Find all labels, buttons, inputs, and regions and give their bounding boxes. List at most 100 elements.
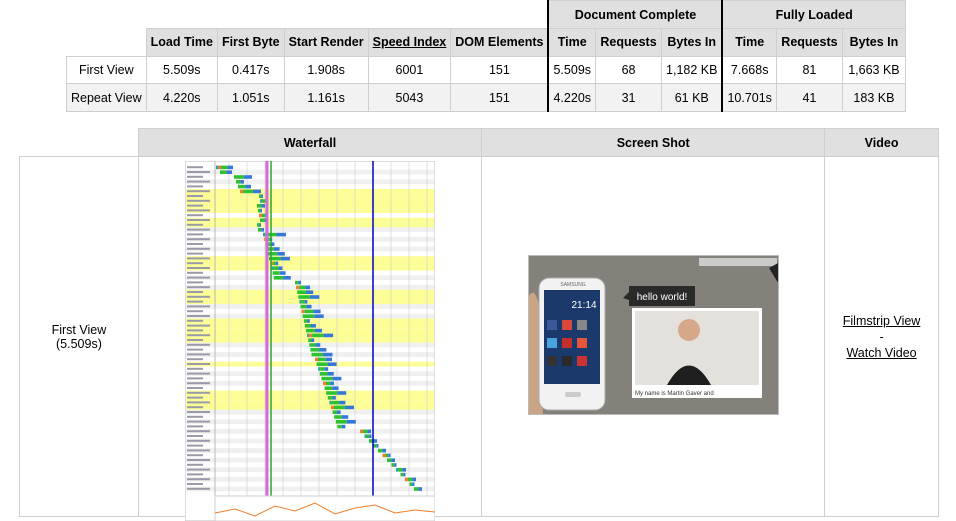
waterfall-bar (300, 304, 307, 309)
waterfall-url (186, 411, 210, 413)
speech-bubble: hello world! (636, 292, 687, 303)
waterfall-bar (319, 372, 328, 376)
waterfall-bar (260, 208, 262, 213)
watch-video-link[interactable]: Watch Video (846, 346, 916, 360)
waterfall-bar (311, 333, 324, 338)
waterfall-bar (326, 391, 338, 395)
waterfall-row (185, 203, 434, 209)
waterfall-row (185, 381, 434, 386)
group-document-complete: Document Complete (547, 0, 724, 29)
waterfall-bar (273, 261, 276, 266)
waterfall-bar (323, 333, 333, 338)
waterfall-row (185, 352, 434, 357)
waterfall-row (185, 256, 434, 261)
waterfall-url (186, 267, 210, 269)
waterfall-bar (243, 175, 252, 179)
filmstrip-view-link[interactable]: Filmstrip View (843, 314, 921, 328)
page-screenshot-thumbnail[interactable]: SAMSUNG 21:14 hello world! My name is Ma… (527, 255, 779, 415)
waterfall-row (185, 275, 434, 281)
waterfall-url (186, 204, 203, 207)
waterfall-bar (409, 482, 413, 486)
waterfall-url (186, 425, 203, 428)
waterfall-bar (309, 343, 316, 347)
waterfall-bar (306, 304, 312, 309)
waterfall-url (186, 233, 203, 236)
waterfall-row (185, 371, 434, 377)
header-start-render: Start Render (283, 28, 369, 57)
waterfall-url (186, 449, 210, 452)
waterfall-bar (240, 180, 244, 184)
waterfall-bar (261, 213, 266, 218)
table-row-first-view: First View 5.509s 0.417s 1.908s 6001 151… (66, 55, 906, 85)
waterfall-bar (310, 348, 320, 352)
waterfall-url (186, 276, 210, 279)
cell-dom-elements: 151 (450, 55, 549, 85)
waterfall-url (186, 358, 203, 361)
waterfall-bar (332, 376, 342, 381)
waterfall-row (185, 198, 434, 204)
waterfall-bar (237, 184, 246, 189)
header-speed-index-link[interactable]: Speed Index (367, 28, 452, 57)
waterfall-bar (310, 324, 316, 328)
header-doc-time: Time (547, 28, 597, 57)
waterfall-url (186, 353, 210, 356)
waterfall-bar (329, 400, 332, 405)
waterfall-url (186, 459, 210, 461)
cell-doc-time: 4.220s (547, 83, 597, 113)
waterfall-row (185, 462, 434, 468)
screenshot-image: SAMSUNG 21:14 hello world! My name is Ma… (528, 256, 778, 414)
waterfall-bar (261, 204, 265, 208)
waterfall-url (186, 377, 203, 380)
waterfall-url (186, 209, 210, 212)
waterfall-url (186, 444, 203, 447)
waterfall-bar (275, 261, 279, 266)
waterfall-bar (299, 300, 302, 304)
waterfall-thumbnail[interactable] (184, 161, 435, 521)
details-row-label: First View (51, 322, 107, 337)
waterfall-bar (332, 410, 337, 414)
waterfall-bar (327, 362, 337, 366)
waterfall-bar (273, 266, 279, 270)
waterfall-bar (259, 223, 261, 227)
waterfall-row (185, 189, 434, 194)
waterfall-row (185, 174, 434, 180)
waterfall-url (186, 262, 203, 265)
cell-dom-elements: 151 (450, 83, 549, 113)
waterfall-bar (346, 420, 356, 424)
cell-full-requests: 41 (775, 83, 843, 113)
waterfall-bar (259, 199, 262, 203)
waterfall-bar (261, 199, 266, 203)
header-screenshot: Screen Shot (481, 128, 826, 157)
waterfall-bar (327, 396, 333, 400)
waterfall-url (186, 319, 203, 322)
waterfall-bar (280, 256, 290, 261)
waterfall-url (186, 430, 210, 433)
waterfall-row (185, 217, 434, 223)
waterfall-bar (258, 213, 262, 218)
row-label: First View (66, 55, 147, 85)
waterfall-bar (259, 218, 265, 222)
waterfall-bar (382, 453, 386, 458)
waterfall-row (185, 409, 434, 415)
header-full-requests: Requests (775, 28, 843, 57)
waterfall-url (186, 396, 203, 399)
waterfall-url (186, 300, 203, 303)
waterfall-url (186, 454, 203, 457)
waterfall-bar (304, 309, 314, 314)
waterfall-url (186, 310, 203, 313)
waterfall-bar (367, 429, 371, 434)
waterfall-row (185, 299, 434, 305)
waterfall-bar (403, 472, 406, 477)
row-label: Repeat View (66, 83, 147, 113)
waterfall-bar (377, 448, 383, 453)
waterfall-bar (219, 170, 227, 174)
waterfall-bar (276, 232, 286, 237)
waterfall-row (185, 318, 434, 324)
waterfall-row (185, 193, 434, 199)
waterfall-url (186, 324, 210, 327)
waterfall-bar (334, 415, 342, 419)
waterfall-url (186, 348, 203, 351)
waterfall-bar (413, 487, 419, 491)
waterfall-bar (304, 300, 308, 304)
cell-load-time: 5.509s (145, 55, 218, 85)
